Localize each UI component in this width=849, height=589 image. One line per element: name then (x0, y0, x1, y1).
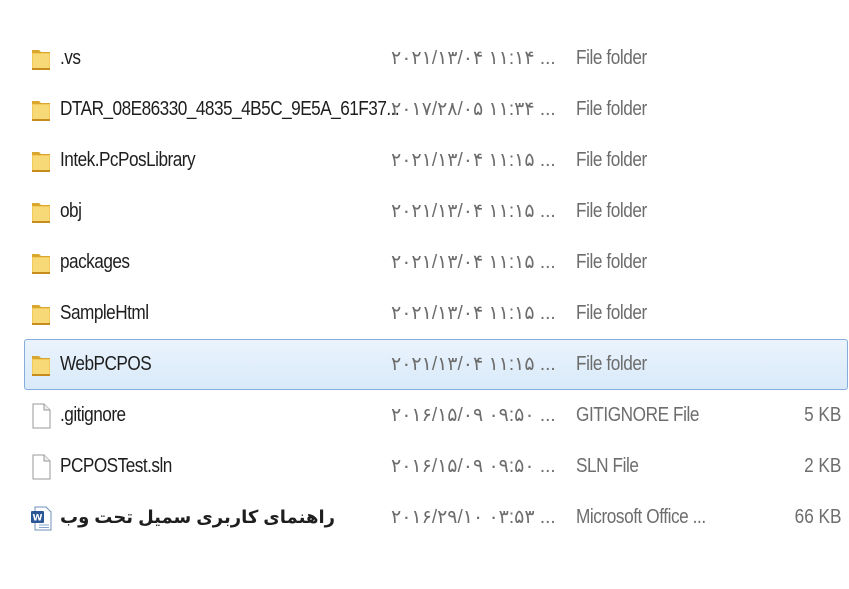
file-name: WebPCPOS (60, 353, 152, 375)
file-list: .vs ۲۰۲۱/۱۳/۰۴ ۱۱:۱۴ ... File folder DTA… (24, 33, 848, 543)
file-name: DTAR_08E86330_4835_4B5C_9E5A_61F37... (60, 98, 400, 120)
file-type: GITIGNORE File (576, 404, 699, 426)
file-row[interactable]: W راهنمای کاربری سمیل تحت وب ۲۰۱۶/۲۹/۱۰ … (24, 492, 848, 543)
file-row[interactable]: obj ۲۰۲۱/۱۳/۰۴ ۱۱:۱۵ ... File folder (24, 186, 848, 237)
file-type: File folder (576, 251, 647, 273)
svg-text:W: W (33, 514, 43, 524)
file-size: 66 KB (794, 506, 841, 528)
file-date-modified: ۲۰۲۱/۱۳/۰۴ ۱۱:۱۵ ... (391, 303, 556, 324)
file-date-modified: ۲۰۲۱/۱۳/۰۴ ۱۱:۱۵ ... (391, 150, 556, 171)
file-type: Microsoft Office ... (576, 506, 706, 528)
file-row[interactable]: .gitignore ۲۰۱۶/۱۵/۰۹ ۰۹:۵۰ ... GITIGNOR… (24, 390, 848, 441)
file-name: PCPOSTest.sln (60, 455, 172, 477)
file-row[interactable]: .vs ۲۰۲۱/۱۳/۰۴ ۱۱:۱۴ ... File folder (24, 33, 848, 84)
folder-icon (30, 97, 52, 123)
file-date-modified: ۲۰۲۱/۱۳/۰۴ ۱۱:۱۵ ... (391, 354, 556, 375)
folder-icon (30, 352, 52, 378)
folder-icon (30, 199, 52, 225)
folder-icon (30, 250, 52, 276)
file-date-modified: ۲۰۲۱/۱۳/۰۴ ۱۱:۱۵ ... (391, 252, 556, 273)
file-name: packages (60, 251, 130, 273)
file-date-modified: ۲۰۱۶/۲۹/۱۰ ۰۳:۵۳ ... (391, 507, 556, 528)
file-size: 2 KB (803, 455, 841, 477)
file-row[interactable]: WebPCPOS ۲۰۲۱/۱۳/۰۴ ۱۱:۱۵ ... File folde… (24, 339, 848, 390)
file-row[interactable]: PCPOSTest.sln ۲۰۱۶/۱۵/۰۹ ۰۹:۵۰ ... SLN F… (24, 441, 848, 492)
file-icon (30, 403, 52, 429)
file-type: SLN File (576, 455, 639, 477)
file-name: obj (60, 200, 82, 222)
file-name: .vs (60, 47, 81, 69)
folder-icon (30, 148, 52, 174)
file-type: File folder (576, 200, 647, 222)
file-size: 5 KB (803, 404, 841, 426)
file-name: راهنمای کاربری سمیل تحت وب (60, 507, 336, 527)
file-row[interactable]: SampleHtml ۲۰۲۱/۱۳/۰۴ ۱۱:۱۵ ... File fol… (24, 288, 848, 339)
file-row[interactable]: Intek.PcPosLibrary ۲۰۲۱/۱۳/۰۴ ۱۱:۱۵ ... … (24, 135, 848, 186)
file-date-modified: ۲۰۱۶/۱۵/۰۹ ۰۹:۵۰ ... (391, 405, 556, 426)
file-name: Intek.PcPosLibrary (60, 149, 196, 171)
file-date-modified: ۲۰۱۶/۱۵/۰۹ ۰۹:۵۰ ... (391, 456, 556, 477)
file-icon (30, 454, 52, 480)
file-name: .gitignore (60, 404, 126, 426)
file-type: File folder (576, 302, 647, 324)
file-type: File folder (576, 353, 647, 375)
folder-icon (30, 301, 52, 327)
file-date-modified: ۲۰۲۱/۱۳/۰۴ ۱۱:۱۴ ... (391, 48, 556, 69)
word-doc-icon: W (30, 505, 52, 531)
file-row[interactable]: packages ۲۰۲۱/۱۳/۰۴ ۱۱:۱۵ ... File folde… (24, 237, 848, 288)
file-date-modified: ۲۰۱۷/۲۸/۰۵ ۱۱:۳۴ ... (391, 99, 556, 120)
file-type: File folder (576, 149, 647, 171)
file-type: File folder (576, 47, 647, 69)
file-row[interactable]: DTAR_08E86330_4835_4B5C_9E5A_61F37... ۲۰… (24, 84, 848, 135)
file-name: SampleHtml (60, 302, 149, 324)
folder-icon (30, 46, 52, 72)
file-type: File folder (576, 98, 647, 120)
file-date-modified: ۲۰۲۱/۱۳/۰۴ ۱۱:۱۵ ... (391, 201, 556, 222)
